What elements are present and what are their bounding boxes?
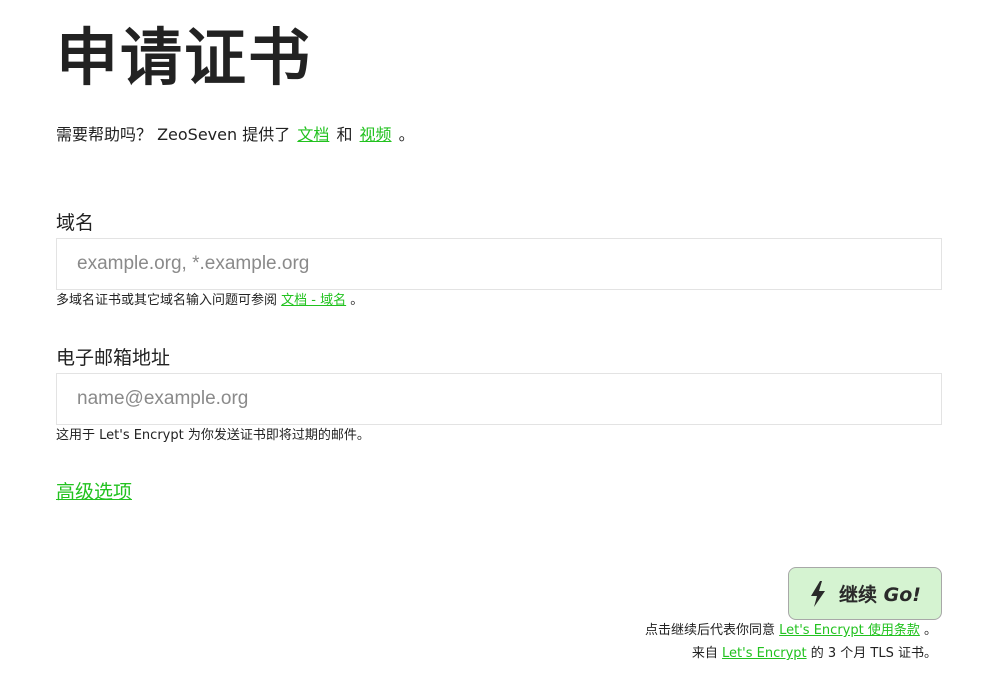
email-input[interactable] [56, 373, 942, 425]
issuer-prefix: 来自 [691, 646, 718, 661]
domain-docs-link[interactable]: 文档 - 域名 [281, 293, 346, 308]
terms-suffix: 。 [923, 623, 937, 638]
domain-label: 域名 [56, 212, 95, 234]
email-label: 电子邮箱地址 [56, 347, 171, 369]
lets-encrypt-link[interactable]: Let's Encrypt [722, 646, 807, 661]
advanced-options-link[interactable]: 高级选项 [56, 479, 132, 505]
terms-link[interactable]: Let's Encrypt 使用条款 [779, 623, 920, 638]
terms-prefix: 点击继续后代表你同意 [644, 623, 775, 638]
email-hint: 这用于 Let's Encrypt 为你发送证书即将过期的邮件。 [56, 428, 370, 443]
domain-hint: 多域名证书或其它域名输入问题可参阅 文档 - 域名 。 [56, 292, 363, 310]
issuer-line: 来自 Let's Encrypt 的 3 个月 TLS 证书。 [692, 645, 937, 663]
domain-hint-text: 多域名证书或其它域名输入问题可参阅 [56, 293, 278, 308]
lightning-bolt-icon [811, 580, 826, 607]
help-prefix: 需要帮助吗？ ZeoSeven 提供了 [56, 125, 291, 144]
domain-input[interactable] [56, 238, 942, 290]
continue-button[interactable]: 继续 Go! [788, 567, 942, 620]
terms-line: 点击继续后代表你同意 Let's Encrypt 使用条款 。 [645, 622, 937, 640]
page-title: 申请证书 [56, 21, 313, 94]
continue-label-cn: 继续 [839, 584, 878, 606]
help-line: 需要帮助吗？ ZeoSeven 提供了 文档 和 视频 。 [56, 124, 415, 146]
help-and: 和 [336, 125, 353, 144]
continue-label-en: Go! [883, 584, 921, 606]
continue-label: 继续 Go! [839, 580, 921, 607]
issuer-suffix: 的 3 个月 TLS 证书。 [810, 646, 937, 661]
domain-hint-suffix: 。 [350, 293, 364, 308]
help-suffix: 。 [398, 125, 415, 144]
video-link[interactable]: 视频 [360, 125, 392, 144]
docs-link[interactable]: 文档 [297, 125, 329, 144]
